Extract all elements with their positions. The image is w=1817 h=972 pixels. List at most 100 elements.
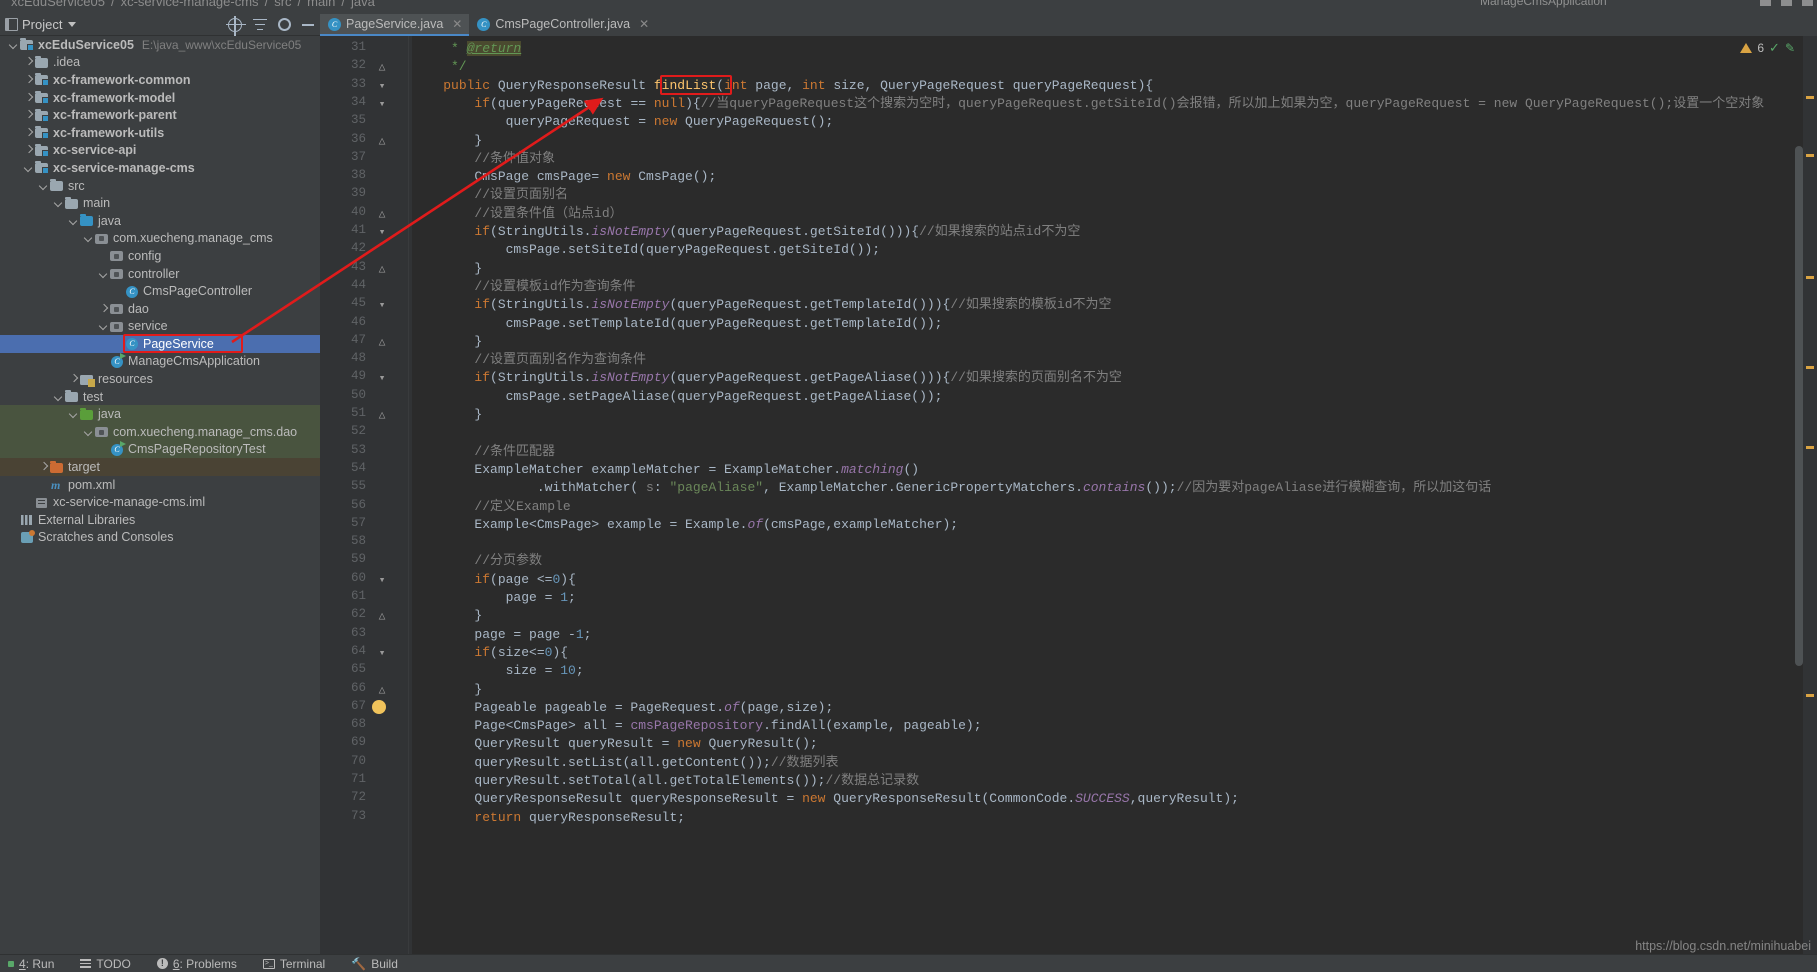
breadcrumb-item[interactable]: main: [307, 0, 335, 9]
stripe-marker[interactable]: [1806, 154, 1814, 157]
code-line[interactable]: public QueryResponseResult findList(int …: [412, 77, 1153, 95]
minimize-icon[interactable]: [1760, 0, 1771, 6]
status-bar-item-todo[interactable]: TODO: [67, 957, 143, 971]
chevron-right-icon[interactable]: [38, 462, 49, 473]
stripe-marker[interactable]: [1806, 446, 1814, 449]
tree-item-xc-framework-common[interactable]: xc-framework-common: [0, 71, 320, 89]
breadcrumb[interactable]: xcEduService05 / xc-service-manage-cms / src…: [8, 0, 378, 9]
chevron-down-icon[interactable]: [53, 198, 64, 209]
maximize-icon[interactable]: [1781, 0, 1792, 6]
code-line[interactable]: //条件匹配器: [412, 443, 555, 461]
tree-item-root[interactable]: xcEduService05 E:\java_www\xcEduService05: [0, 36, 320, 54]
code-line[interactable]: //设置条件值（站点id）: [412, 205, 622, 223]
status-bar-item-terminal[interactable]: >_ Terminal: [250, 957, 338, 971]
code-line[interactable]: return queryResponseResult;: [412, 809, 685, 827]
minimize-icon[interactable]: [302, 23, 314, 26]
tree-item-pkg-test-dao[interactable]: com.xuecheng.manage_cms.dao: [0, 423, 320, 441]
chevron-right-icon[interactable]: [23, 145, 34, 156]
code-line[interactable]: if(StringUtils.isNotEmpty(queryPageReque…: [412, 369, 1122, 387]
code-line[interactable]: queryResult.setTotal(all.getTotalElement…: [412, 772, 919, 790]
chevron-down-icon[interactable]: [83, 426, 94, 437]
code-content[interactable]: * @return */ public QueryResponseResult …: [412, 36, 1817, 954]
code-line[interactable]: }: [412, 132, 482, 150]
fold-expand-icon[interactable]: ▾: [376, 371, 388, 385]
tree-item-external-libraries[interactable]: External Libraries: [0, 511, 320, 529]
breadcrumb-item[interactable]: xc-service-manage-cms: [121, 0, 259, 9]
chevron-down-icon[interactable]: [68, 409, 79, 420]
chevron-right-icon[interactable]: [23, 57, 34, 68]
target-icon[interactable]: [226, 15, 246, 36]
fold-collapse-icon[interactable]: △: [376, 60, 388, 74]
chevron-right-icon[interactable]: [23, 92, 34, 103]
code-line[interactable]: if(size<=0){: [412, 644, 568, 662]
fold-collapse-icon[interactable]: △: [376, 207, 388, 221]
chevron-down-icon[interactable]: [98, 321, 109, 332]
fold-expand-icon[interactable]: ▾: [376, 298, 388, 312]
status-bar[interactable]: 4: Run TODO! 6: Problems >_ Terminal 🔨 Build: [0, 954, 1817, 972]
code-line[interactable]: if(page <=0){: [412, 571, 575, 589]
fold-collapse-icon[interactable]: △: [376, 335, 388, 349]
window-controls[interactable]: [1760, 0, 1813, 6]
code-line[interactable]: ExampleMatcher exampleMatcher = ExampleM…: [412, 461, 919, 479]
chevron-down-icon[interactable]: [38, 180, 49, 191]
tree-item-xc-framework-parent[interactable]: xc-framework-parent: [0, 106, 320, 124]
pencil-icon[interactable]: ✎: [1785, 41, 1795, 55]
tree-item-resources[interactable]: resources: [0, 370, 320, 388]
checkmark-icon[interactable]: ✓: [1769, 40, 1780, 56]
code-line[interactable]: //设置模板id作为查询条件: [412, 278, 635, 296]
code-line[interactable]: if(StringUtils.isNotEmpty(queryPageReque…: [412, 223, 1080, 241]
chevron-right-icon[interactable]: [23, 127, 34, 138]
collapse-all-icon[interactable]: [253, 18, 267, 31]
code-line[interactable]: QueryResult queryResult = new QueryResul…: [412, 735, 817, 753]
tree-item-xc-service-api[interactable]: xc-service-api: [0, 142, 320, 160]
code-line[interactable]: //设置页面别名作为查询条件: [412, 351, 646, 369]
fold-collapse-icon[interactable]: △: [376, 262, 388, 276]
tree-item-idea[interactable]: .idea: [0, 54, 320, 72]
editor-tab[interactable]: C CmsPageController.java ✕: [469, 14, 656, 36]
tree-item-pkg-root[interactable]: com.xuecheng.manage_cms: [0, 230, 320, 248]
code-line[interactable]: //条件值对象: [412, 150, 555, 168]
code-line[interactable]: Page<CmsPage> all = cmsPageRepository.fi…: [412, 717, 981, 735]
project-tree[interactable]: xcEduService05 E:\java_www\xcEduService05…: [0, 36, 320, 954]
fold-collapse-icon[interactable]: △: [376, 609, 388, 623]
tree-item-target[interactable]: target: [0, 458, 320, 476]
code-line[interactable]: * @return: [412, 40, 522, 58]
tree-item-CmsPageRepositoryTest[interactable]: C CmsPageRepositoryTest: [0, 440, 320, 459]
tree-item-xc-framework-utils[interactable]: xc-framework-utils: [0, 124, 320, 142]
code-line[interactable]: }: [412, 607, 482, 625]
run-configuration-hint[interactable]: ManageCmsApplication: [1480, 0, 1607, 8]
tree-item-java-main[interactable]: java: [0, 212, 320, 230]
fold-expand-icon[interactable]: ▾: [376, 79, 388, 93]
fold-expand-icon[interactable]: ▾: [376, 646, 388, 660]
tree-item-test[interactable]: test: [0, 388, 320, 406]
breadcrumb-item[interactable]: src: [274, 0, 291, 9]
chevron-down-icon[interactable]: [68, 215, 79, 226]
tree-item-PageService[interactable]: C PageService: [0, 335, 320, 353]
tree-item-xc-framework-model[interactable]: xc-framework-model: [0, 89, 320, 107]
tree-item-ManageCmsApplication[interactable]: C ManageCmsApplication: [0, 353, 320, 371]
editor-gutter[interactable]: 31 32 △ 33 ▾ 34 ▾ 35 36 △ 37 38 39 40 △ 41 ▾ 42 43 △ 44 45 ▾ 46…: [320, 36, 412, 954]
chevron-down-icon[interactable]: [68, 22, 77, 27]
stripe-marker[interactable]: [1806, 96, 1814, 99]
tree-item-java-test[interactable]: java: [0, 405, 320, 424]
editor-tab[interactable]: C PageService.java ✕: [320, 14, 470, 36]
scrollbar-thumb[interactable]: [1795, 146, 1803, 666]
code-line[interactable]: Example<CmsPage> example = Example.of(cm…: [412, 516, 958, 534]
code-line[interactable]: if(queryPageRequest == null){//当queryPag…: [412, 95, 1764, 113]
code-line[interactable]: QueryResponseResult queryResponseResult …: [412, 790, 1239, 808]
code-line[interactable]: }: [412, 260, 482, 278]
code-line[interactable]: CmsPage cmsPage= new CmsPage();: [412, 168, 716, 186]
inspection-widget[interactable]: 6 ✓ ✎: [1740, 40, 1795, 56]
code-line[interactable]: //定义Example: [412, 498, 570, 516]
stripe-marker[interactable]: [1806, 366, 1814, 369]
chevron-right-icon[interactable]: [23, 110, 34, 121]
code-line[interactable]: */: [412, 58, 467, 76]
code-line[interactable]: queryPageRequest = new QueryPageRequest(…: [412, 113, 834, 131]
code-line[interactable]: cmsPage.setSiteId(queryPageRequest.getSi…: [412, 241, 880, 259]
breadcrumb-item[interactable]: xcEduService05: [11, 0, 105, 9]
breadcrumb-item[interactable]: java: [351, 0, 375, 9]
code-line[interactable]: }: [412, 333, 482, 351]
code-line[interactable]: cmsPage.setTemplateId(queryPageRequest.g…: [412, 315, 943, 333]
code-editor[interactable]: 31 32 △ 33 ▾ 34 ▾ 35 36 △ 37 38 39 40 △ 41 ▾ 42 43 △ 44 45 ▾ 46…: [320, 36, 1817, 954]
tree-item-scratches[interactable]: Scratches and Consoles: [0, 529, 320, 547]
